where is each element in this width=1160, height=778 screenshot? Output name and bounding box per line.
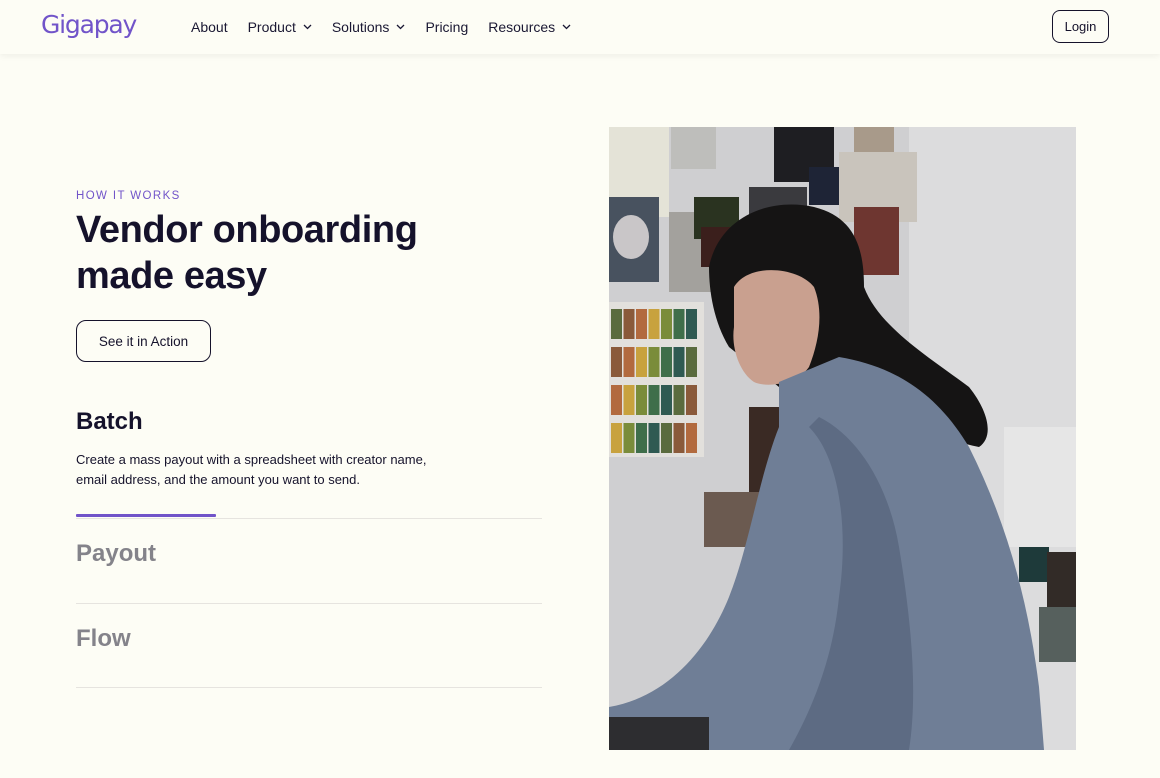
section-eyebrow: HOW IT WORKS: [76, 190, 181, 202]
nav-solutions[interactable]: Solutions: [332, 19, 406, 35]
main-nav: About Product Solutions Pricing Resource…: [191, 0, 591, 54]
divider: [76, 518, 542, 519]
feature-title: Batch: [76, 408, 143, 435]
nav-about[interactable]: About: [191, 19, 228, 35]
chevron-down-icon: [562, 24, 571, 30]
nav-resources[interactable]: Resources: [488, 19, 571, 35]
nav-about-label: About: [191, 19, 228, 35]
nav-pricing-label: Pricing: [425, 19, 469, 35]
feature-item-payout[interactable]: Payout: [76, 540, 156, 568]
gigapay-logo[interactable]: Gigapay: [41, 8, 137, 42]
nav-solutions-label: Solutions: [331, 19, 390, 35]
hero-photo: [609, 127, 1076, 750]
section-headline: Vendor onboarding made easy: [76, 209, 418, 297]
site-header: Gigapay About Product Solutions Pricing …: [0, 0, 1160, 54]
feature-description: Create a mass payout with a spreadsheet …: [76, 452, 427, 487]
chevron-down-icon: [303, 24, 312, 30]
chevron-down-icon: [396, 24, 405, 30]
see-it-in-action-button[interactable]: See it in Action: [76, 320, 211, 362]
login-button[interactable]: Login: [1052, 10, 1109, 43]
feature-progress-bar: [76, 514, 216, 517]
nav-product[interactable]: Product: [248, 19, 312, 35]
nav-product-label: Product: [247, 19, 296, 35]
feature-item-flow[interactable]: Flow: [76, 625, 131, 653]
nav-pricing[interactable]: Pricing: [425, 19, 468, 35]
divider: [76, 687, 542, 688]
divider: [76, 603, 542, 604]
nav-resources-label: Resources: [488, 19, 556, 35]
